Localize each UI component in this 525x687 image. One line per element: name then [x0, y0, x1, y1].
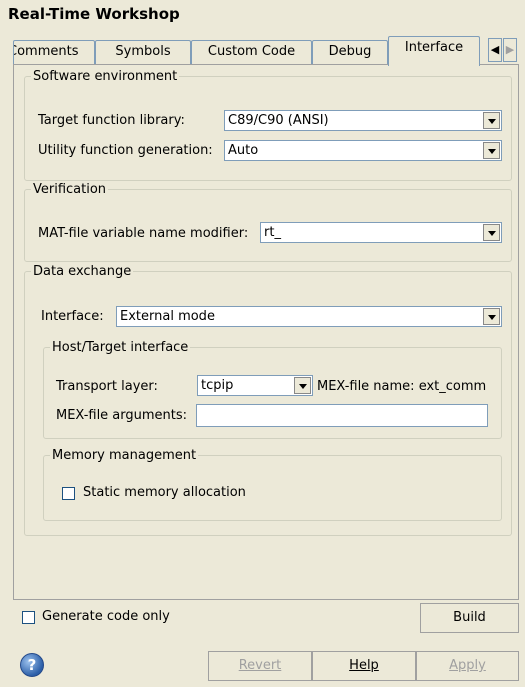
tab-comments[interactable]: Comments [13, 40, 95, 64]
transport-layer-select[interactable]: tcpip [197, 375, 313, 396]
mat-file-modifier-select[interactable]: rt_ [260, 222, 502, 243]
target-function-library-select[interactable]: C89/C90 (ANSI) [224, 110, 502, 131]
mex-file-arguments-input[interactable] [196, 404, 488, 427]
mex-file-arguments-label: MEX-file arguments: [56, 408, 188, 423]
static-memory-allocation-checkbox[interactable] [62, 487, 75, 500]
tab-bar: Comments Symbols Custom Code Debug Inter… [0, 36, 525, 66]
chevron-down-icon[interactable] [483, 112, 500, 129]
static-memory-allocation-label[interactable]: Static memory allocation [83, 485, 246, 500]
select-value: tcpip [201, 378, 234, 393]
utility-function-generation-label: Utility function generation: [38, 143, 213, 158]
help-button[interactable]: Help [312, 651, 416, 681]
tab-label: Debug [328, 44, 372, 59]
generate-code-only-label[interactable]: Generate code only [42, 609, 170, 624]
interface-panel: Software environment Target function lib… [13, 64, 519, 600]
transport-layer-label: Transport layer: [56, 379, 158, 394]
tab-label: Custom Code [207, 44, 296, 59]
select-value: External mode [120, 309, 215, 324]
tab-label: Symbols [115, 44, 171, 59]
chevron-down-icon[interactable] [483, 142, 500, 159]
group-legend: Verification [33, 182, 107, 197]
interface-label: Interface: [41, 309, 104, 324]
mex-file-name-label: MEX-file name: ext_comm [317, 379, 487, 394]
group-legend: Data exchange [33, 264, 132, 279]
tab-scroll-left-icon[interactable]: ◀ [488, 38, 502, 62]
chevron-down-icon[interactable] [294, 377, 311, 394]
group-legend: Host/Target interface [52, 340, 189, 355]
tab-label: Comments [13, 44, 79, 59]
mat-file-modifier-label: MAT-file variable name modifier: [38, 226, 249, 241]
select-value: rt_ [264, 225, 281, 240]
apply-button[interactable]: Apply [416, 651, 519, 681]
tab-interface[interactable]: Interface [388, 36, 480, 66]
apply-label: Apply [449, 658, 486, 673]
select-value: Auto [228, 143, 259, 158]
tab-debug[interactable]: Debug [312, 40, 388, 64]
window-title: Real-Time Workshop [8, 5, 180, 23]
group-legend: Memory management [52, 448, 197, 463]
revert-button[interactable]: Revert [208, 651, 312, 681]
select-value: C89/C90 (ANSI) [228, 113, 329, 128]
build-button[interactable]: Build [420, 603, 519, 633]
group-legend: Software environment [33, 69, 178, 84]
utility-function-generation-select[interactable]: Auto [224, 140, 502, 161]
chevron-down-icon[interactable] [483, 308, 500, 325]
help-label: Help [349, 658, 379, 673]
tab-scroll-right-icon[interactable]: ▶ [503, 38, 517, 62]
tab-symbols[interactable]: Symbols [95, 40, 191, 64]
chevron-down-icon[interactable] [483, 224, 500, 241]
tab-custom-code[interactable]: Custom Code [191, 40, 312, 64]
help-icon[interactable]: ? [20, 653, 44, 677]
generate-code-only-checkbox[interactable] [22, 611, 35, 624]
interface-select[interactable]: External mode [116, 306, 502, 327]
revert-label: Revert [238, 658, 282, 673]
target-function-library-label: Target function library: [38, 113, 185, 128]
tab-label: Interface [404, 40, 464, 55]
